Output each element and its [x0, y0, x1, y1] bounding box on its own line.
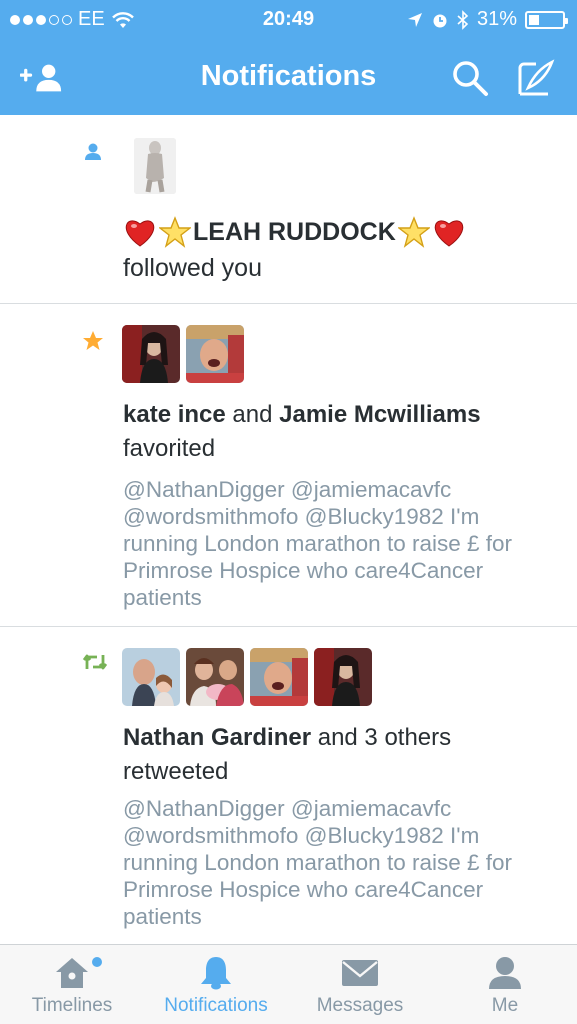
favorite-actors: kate ince and Jamie Mcwilliams — [123, 398, 563, 432]
kate-ince-avatar[interactable] — [314, 648, 372, 706]
heart-icon — [125, 220, 155, 247]
search-button[interactable] — [448, 56, 492, 100]
new-content-dot — [92, 957, 102, 967]
conjunction: and — [225, 401, 280, 428]
tweet-line: @wordsmithmofo @Blucky1982 I'm — [123, 504, 480, 529]
status-bar: EE 20:49 31% — [0, 0, 577, 38]
home-icon — [54, 955, 102, 991]
follow-person-icon — [80, 139, 106, 165]
kate-ince-avatar[interactable] — [122, 325, 180, 383]
star-icon — [397, 216, 430, 248]
tab-me[interactable]: Me — [470, 945, 540, 1024]
tab-label: Timelines — [31, 995, 113, 1016]
tweet-line: @NathanDigger @jamiemacavfc — [123, 796, 452, 821]
tab-label: Notifications — [164, 995, 268, 1016]
follower-avatars — [134, 138, 176, 194]
tab-messages[interactable]: Messages — [310, 945, 410, 1024]
others-count[interactable]: and 3 others — [311, 724, 451, 751]
tab-notifications[interactable]: Notifications — [152, 945, 280, 1024]
retweet-actors: Nathan Gardiner and 3 others — [123, 721, 563, 755]
jamie-mcwilliams-avatar[interactable] — [250, 648, 308, 706]
actor-name[interactable]: Nathan Gardiner — [123, 724, 311, 751]
tab-label: Messages — [316, 995, 404, 1016]
battery-icon — [525, 10, 568, 29]
follow-action: followed you — [123, 254, 262, 282]
follow-text: LEAH RUDDOCK followed you — [123, 215, 563, 285]
location-arrow-icon — [407, 12, 422, 27]
tweet-line: running London marathon to raise £ for — [123, 850, 513, 875]
favorited-tweet-text[interactable]: @NathanDigger @jamiemacavfc @wordsmithmo… — [123, 476, 563, 611]
person-icon — [487, 955, 523, 991]
star-icon — [159, 216, 191, 248]
tweet-line: Primrose Hospice who care4Cancer — [123, 877, 484, 902]
tweet-line: patients — [123, 904, 202, 929]
tweet-line: @NathanDigger @jamiemacavfc — [123, 477, 452, 502]
compose-button[interactable] — [514, 56, 558, 100]
battery-percent: 31% — [476, 8, 517, 30]
family-avatar[interactable] — [186, 648, 244, 706]
retweeter-avatars — [122, 648, 372, 706]
notification-retweet[interactable]: Nathan Gardiner and 3 others retweeted @… — [0, 627, 577, 944]
tweet-line: patients — [123, 585, 202, 610]
actor-name[interactable]: kate ince — [123, 401, 226, 428]
jamie-mcwilliams-avatar[interactable] — [186, 325, 244, 383]
tab-label: Me — [491, 995, 519, 1016]
envelope-icon — [341, 955, 379, 991]
retweet-text: Nathan Gardiner and 3 others retweeted — [123, 721, 563, 789]
actor-name[interactable]: Jamie Mcwilliams — [279, 401, 480, 428]
retweet-action: retweeted — [123, 758, 229, 785]
tab-timelines[interactable]: Timelines — [24, 945, 120, 1024]
favorite-action: favorited — [123, 435, 216, 462]
tweet-line: running London marathon to raise £ for — [123, 531, 513, 556]
retweeted-tweet-text[interactable]: @NathanDigger @jamiemacavfc @wordsmithmo… — [123, 795, 563, 930]
nav-bar: Notifications — [0, 38, 577, 115]
bluetooth-icon — [457, 9, 469, 30]
tweet-line: Primrose Hospice who care4Cancer — [123, 558, 484, 583]
alarm-clock-icon — [433, 14, 447, 27]
heart-icon — [434, 220, 463, 247]
compose-icon — [518, 59, 555, 96]
tab-bar: Timelines Notifications Messages Me — [0, 944, 577, 1024]
follower-name[interactable]: LEAH RUDDOCK — [193, 215, 396, 249]
search-icon — [453, 61, 488, 96]
follower-name-line: LEAH RUDDOCK — [123, 215, 563, 249]
tweet-line: @wordsmithmofo @Blucky1982 I'm — [123, 823, 480, 848]
notification-follow[interactable]: LEAH RUDDOCK followed you — [0, 115, 577, 304]
favorite-star-icon — [80, 328, 106, 354]
favorite-text: kate ince and Jamie Mcwilliams favorited — [123, 398, 563, 466]
notification-favorite[interactable]: kate ince and Jamie Mcwilliams favorited… — [0, 304, 577, 627]
bell-icon — [199, 955, 233, 991]
nathan-gardiner-avatar[interactable] — [122, 648, 180, 706]
status-right: 31% — [407, 8, 568, 31]
retweet-icon — [80, 649, 110, 675]
favoriter-avatars — [122, 325, 244, 383]
leah-ruddock-avatar[interactable] — [134, 138, 176, 194]
